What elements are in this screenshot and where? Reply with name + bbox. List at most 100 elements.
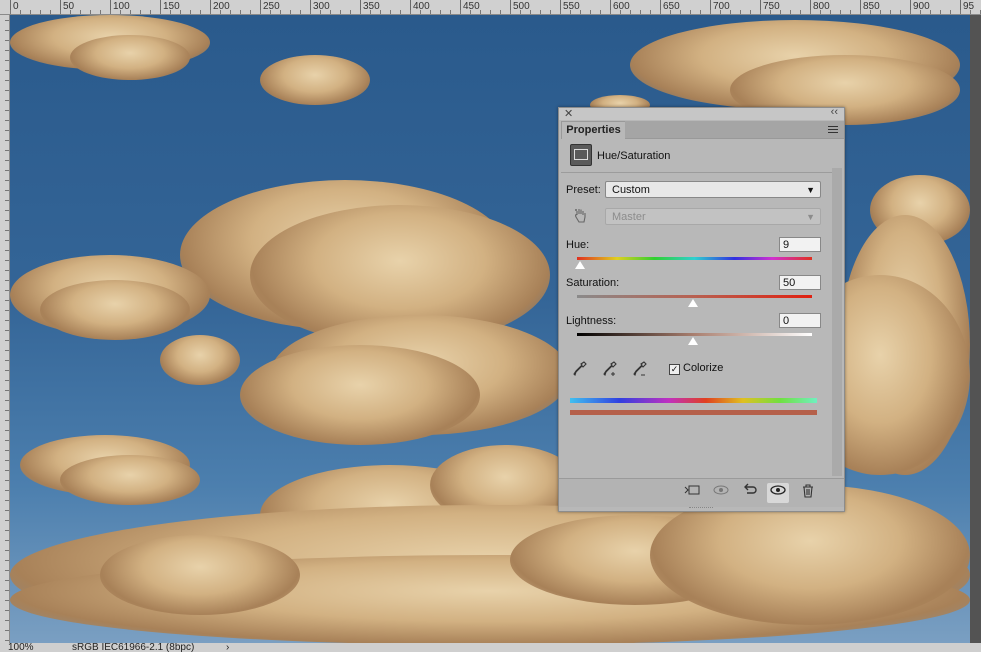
saturation-slider-thumb[interactable] [688, 299, 698, 307]
eyedropper-icon[interactable] [572, 360, 588, 378]
ruler-minor-tick [690, 10, 691, 14]
output-color-bar [570, 410, 817, 415]
ruler-minor-tick [5, 320, 9, 321]
preset-select[interactable]: Custom ▼ [605, 181, 821, 198]
ruler-label: 600 [613, 1, 630, 12]
cloud [240, 345, 480, 445]
eyedropper-plus-icon[interactable] [602, 360, 618, 378]
left-ruler[interactable] [0, 15, 10, 643]
ruler-minor-tick [500, 10, 501, 14]
ruler-minor-tick [5, 250, 9, 251]
cloud [40, 280, 190, 340]
hue-saturation-layer-icon [570, 144, 592, 166]
status-menu-arrow[interactable]: › [226, 643, 229, 652]
ruler-minor-tick [5, 90, 9, 91]
lightness-input[interactable]: 0 [779, 313, 821, 328]
ruler-minor-tick [5, 480, 9, 481]
eye-icon[interactable] [767, 483, 789, 503]
ruler-minor-tick [5, 200, 9, 201]
hand-icon[interactable] [572, 207, 590, 225]
ruler-minor-tick [190, 10, 191, 14]
ruler-minor-tick [60, 10, 61, 14]
ruler-minor-tick [340, 10, 341, 14]
close-icon[interactable]: ✕ [564, 107, 573, 120]
resize-grip[interactable] [689, 507, 713, 510]
ruler-minor-tick [460, 10, 461, 14]
tab-properties[interactable]: Properties [561, 121, 626, 139]
status-bar: 100% sRGB IEC61966-2.1 (8bpc) › [0, 643, 981, 652]
ruler-minor-tick [290, 10, 291, 14]
ruler-minor-tick [5, 640, 9, 641]
saturation-input[interactable]: 50 [779, 275, 821, 290]
ruler-minor-tick [5, 80, 9, 81]
preset-label: Preset: [566, 184, 601, 196]
ruler-label: 700 [713, 1, 730, 12]
ruler-minor-tick [5, 130, 9, 131]
ruler-minor-tick [5, 310, 9, 311]
zoom-level[interactable]: 100% [8, 643, 34, 652]
ruler-label: 450 [463, 1, 480, 12]
ruler-minor-tick [700, 10, 701, 14]
ruler-minor-tick [5, 330, 9, 331]
ruler-minor-tick [10, 10, 11, 14]
ruler-minor-tick [880, 10, 881, 14]
hue-label: Hue: [566, 239, 590, 251]
top-ruler[interactable]: 0 50 100 150 200 250 300 350 400 450 500 550 600 650 7… [0, 0, 981, 15]
ruler-minor-tick [430, 10, 431, 14]
ruler-minor-tick [40, 10, 41, 14]
ruler-minor-tick [5, 170, 9, 171]
ruler-minor-tick [670, 10, 671, 14]
colorize-checkbox[interactable]: ✓ [669, 364, 680, 375]
ruler-minor-tick [5, 450, 9, 451]
collapse-icon[interactable]: ‹‹ [831, 106, 838, 118]
ruler-minor-tick [80, 10, 81, 14]
ruler-minor-tick [490, 10, 491, 14]
ruler-minor-tick [5, 420, 9, 421]
ruler-minor-tick [5, 500, 9, 501]
eyedropper-minus-icon[interactable] [632, 360, 648, 378]
ruler-minor-tick [200, 10, 201, 14]
ruler-minor-tick [320, 10, 321, 14]
ruler-minor-tick [5, 390, 9, 391]
ruler-minor-tick [5, 620, 9, 621]
ruler-minor-tick [750, 10, 751, 14]
ruler-minor-tick [540, 10, 541, 14]
reset-icon[interactable] [739, 483, 761, 503]
trash-icon[interactable] [797, 483, 819, 503]
ruler-minor-tick [960, 10, 961, 14]
panel-title-bar[interactable] [559, 108, 844, 120]
saturation-label: Saturation: [566, 277, 620, 289]
clip-to-layer-icon[interactable] [681, 483, 703, 503]
ruler-minor-tick [5, 610, 9, 611]
ruler-minor-tick [5, 340, 9, 341]
hue-input[interactable]: 9 [779, 237, 821, 252]
ruler-minor-tick [870, 10, 871, 14]
lightness-slider-track[interactable] [577, 333, 812, 336]
lightness-slider-thumb[interactable] [688, 337, 698, 345]
ruler-label: 800 [813, 1, 830, 12]
ruler-minor-tick [300, 10, 301, 14]
view-previous-icon[interactable] [710, 483, 732, 503]
ruler-minor-tick [630, 10, 631, 14]
ruler-minor-tick [5, 510, 9, 511]
ruler-minor-tick [5, 110, 9, 111]
ruler-minor-tick [470, 10, 471, 14]
panel-scrollbar[interactable] [832, 168, 842, 476]
ruler-minor-tick [5, 460, 9, 461]
ruler-label: 900 [913, 1, 930, 12]
range-select[interactable]: Master ▼ [605, 208, 821, 225]
saturation-slider-track[interactable] [577, 295, 812, 298]
ruler-minor-tick [850, 10, 851, 14]
ruler-minor-tick [860, 10, 861, 14]
ruler-minor-tick [5, 230, 9, 231]
hue-slider-track[interactable] [577, 257, 812, 260]
ruler-minor-tick [420, 10, 421, 14]
input-color-bar [570, 398, 817, 403]
ruler-minor-tick [5, 520, 9, 521]
panel-menu-icon[interactable] [828, 126, 838, 134]
ruler-minor-tick [5, 440, 9, 441]
hue-slider-thumb[interactable] [575, 261, 585, 269]
document-profile: sRGB IEC61966-2.1 (8bpc) [72, 643, 195, 652]
ruler-minor-tick [5, 50, 9, 51]
ruler-minor-tick [380, 10, 381, 14]
